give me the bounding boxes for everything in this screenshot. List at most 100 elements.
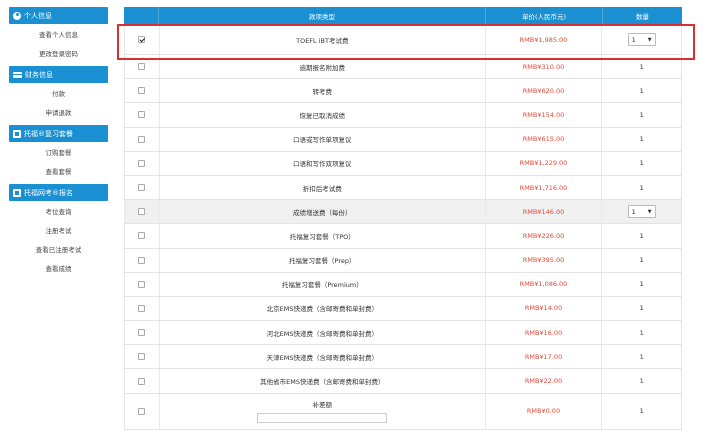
quantity-value: 1 — [639, 159, 644, 168]
row-check-cell — [125, 321, 160, 345]
quantity-cell: 1 ▼ — [602, 33, 681, 46]
item-name: 成绩增送费（每份） — [293, 208, 352, 217]
table-row: 河北EMS快递费（含邮寄费和单封费） RMB¥16.00 1 — [124, 321, 682, 346]
table-row: 口语和写作双项复议 RMB¥1,229.00 1 — [124, 151, 682, 176]
sidebar-group: 财务信息付款 申请退款 — [9, 66, 108, 123]
row-checkbox[interactable] — [138, 135, 146, 143]
sidebar-item[interactable]: 注册考试 — [9, 222, 108, 241]
item-name-cell: 恢复已取消成绩 — [160, 103, 486, 127]
row-check-cell — [125, 272, 160, 296]
item-name: 北京EMS快递费（含邮寄费和单封费） — [266, 305, 378, 314]
sidebar-item[interactable]: 考位查询 — [9, 203, 108, 222]
price-cell: RMB¥1,985.00 — [486, 25, 603, 54]
item-name: 托福复习套餐（TPO） — [289, 232, 355, 241]
price-cell: RMB¥395.00 — [486, 248, 603, 272]
row-checkbox[interactable] — [138, 208, 146, 216]
sidebar-header[interactable]: 托福®复习套餐 — [9, 125, 108, 142]
sidebar-item[interactable]: 付款 — [9, 85, 108, 104]
row-checkbox[interactable] — [138, 280, 146, 288]
item-name-cell: 转考费 — [160, 79, 486, 103]
item-name: 折扣后考试费 — [302, 184, 342, 193]
row-checkbox[interactable] — [138, 304, 146, 312]
quantity-value: 1 — [639, 86, 644, 95]
sidebar-header[interactable]: 个人信息 — [9, 7, 108, 24]
table-row: 转考费 RMB¥620.00 1 — [124, 79, 682, 104]
row-checkbox[interactable] — [138, 232, 146, 240]
row-check-cell — [125, 175, 160, 200]
item-name: 托福复习套餐（Prep） — [289, 257, 356, 266]
price-cell: RMB¥22.00 — [486, 369, 603, 393]
sidebar-item[interactable]: 申请退款 — [9, 104, 108, 123]
user-icon — [13, 11, 21, 20]
item-name: 河北EMS快递费（含邮寄费和单封费） — [266, 329, 378, 338]
row-checkbox[interactable] — [138, 329, 146, 337]
amount-input[interactable] — [257, 413, 388, 424]
sidebar-item[interactable]: 查看套餐 — [9, 163, 108, 182]
table-row: 口语或写作单项复议 RMB¥615.00 1 — [124, 127, 682, 152]
item-name-cell: 逾期报名附加费 — [160, 55, 486, 79]
quantity-select[interactable]: 1 ▼ — [627, 33, 656, 46]
item-price: RMB¥310.00 — [522, 62, 565, 71]
price-cell: RMB¥17.00 — [486, 345, 603, 369]
row-checkbox[interactable] — [138, 184, 146, 192]
row-check-cell — [125, 296, 160, 321]
chevron-down-icon: ▼ — [647, 208, 652, 215]
item-price: RMB¥1,716.00 — [519, 183, 568, 192]
row-checkbox[interactable] — [138, 36, 146, 43]
table-row: 恢复已取消成绩 RMB¥154.00 1 — [124, 103, 682, 128]
quantity-value: 1 — [639, 183, 644, 192]
item-name-cell: 天津EMS快递费（含邮寄费和单封费） — [160, 345, 486, 369]
quantity-select[interactable]: 1 ▼ — [627, 205, 656, 219]
sidebar-item[interactable]: 查看成绩 — [9, 260, 108, 279]
sidebar-item[interactable]: 查看个人信息 — [9, 26, 108, 45]
row-checkbox[interactable] — [138, 111, 146, 119]
sidebar-item[interactable]: 订购套餐 — [9, 144, 108, 163]
item-name: TOEFL iBT考试费 — [296, 36, 349, 45]
quantity-cell: 1 — [602, 135, 681, 143]
item-price: RMB¥22.00 — [524, 377, 563, 386]
table-row: 天津EMS快递费（含邮寄费和单封费） RMB¥17.00 1 — [124, 345, 682, 370]
sidebar-header-label: 个人信息 — [24, 11, 52, 20]
item-name-cell: 托福复习套餐（Premium） — [160, 272, 486, 296]
quantity-value: 1 — [639, 231, 644, 240]
item-name: 口语和写作双项复议 — [293, 160, 352, 169]
quantity-value: 1 — [631, 35, 636, 44]
quantity-value: 1 — [631, 207, 636, 216]
row-checkbox[interactable] — [138, 377, 146, 385]
row-check-cell — [125, 103, 160, 127]
item-price: RMB¥226.00 — [522, 231, 565, 240]
sidebar-group: 托福网考®报名考位查询 注册考试 查看已注册考试 查看成绩 — [9, 184, 108, 279]
row-check-cell — [125, 200, 160, 224]
row-checkbox[interactable] — [138, 407, 146, 415]
table-row: 托福复习套餐（Premium） RMB¥1,086.00 1 — [124, 272, 682, 297]
header-quantity: 数量 — [636, 13, 649, 21]
quantity-cell: 1 — [602, 87, 681, 95]
quantity-value: 1 — [639, 328, 644, 337]
sidebar-header[interactable]: 托福网考®报名 — [9, 184, 108, 201]
sidebar-header-label: 托福网考®报名 — [24, 188, 73, 197]
sidebar-item[interactable]: 更改登录密码 — [9, 45, 108, 64]
quantity-cell: 1 — [602, 111, 681, 119]
table-row: 其他省市EMS快递费（含邮寄费和单封费） RMB¥22.00 1 — [124, 369, 682, 394]
row-checkbox[interactable] — [138, 256, 146, 264]
quantity-value: 1 — [639, 407, 644, 416]
table-row: 北京EMS快递费（含邮寄费和单封费） RMB¥14.00 1 — [124, 296, 682, 322]
row-check-cell — [125, 224, 160, 248]
sidebar-item[interactable]: 查看已注册考试 — [9, 241, 108, 260]
quantity-cell: 1 — [602, 353, 681, 361]
row-checkbox[interactable] — [138, 159, 146, 167]
table-row: 托福复习套餐（TPO） RMB¥226.00 1 — [124, 224, 682, 249]
quantity-value: 1 — [639, 304, 644, 313]
row-checkbox[interactable] — [138, 63, 146, 71]
row-checkbox[interactable] — [138, 353, 146, 361]
sidebar-header-label: 财务信息 — [25, 70, 53, 79]
row-checkbox[interactable] — [138, 87, 146, 95]
price-cell: RMB¥310.00 — [486, 55, 603, 79]
header-check-col — [124, 7, 159, 25]
item-name-cell: 口语和写作双项复议 — [160, 151, 486, 175]
row-check-cell — [125, 127, 160, 151]
quantity-cell: 1 — [602, 184, 681, 192]
sidebar-header[interactable]: 财务信息 — [9, 66, 108, 83]
item-name-cell: 托福复习套餐（TPO） — [160, 224, 486, 248]
price-cell: RMB¥226.00 — [486, 224, 603, 248]
